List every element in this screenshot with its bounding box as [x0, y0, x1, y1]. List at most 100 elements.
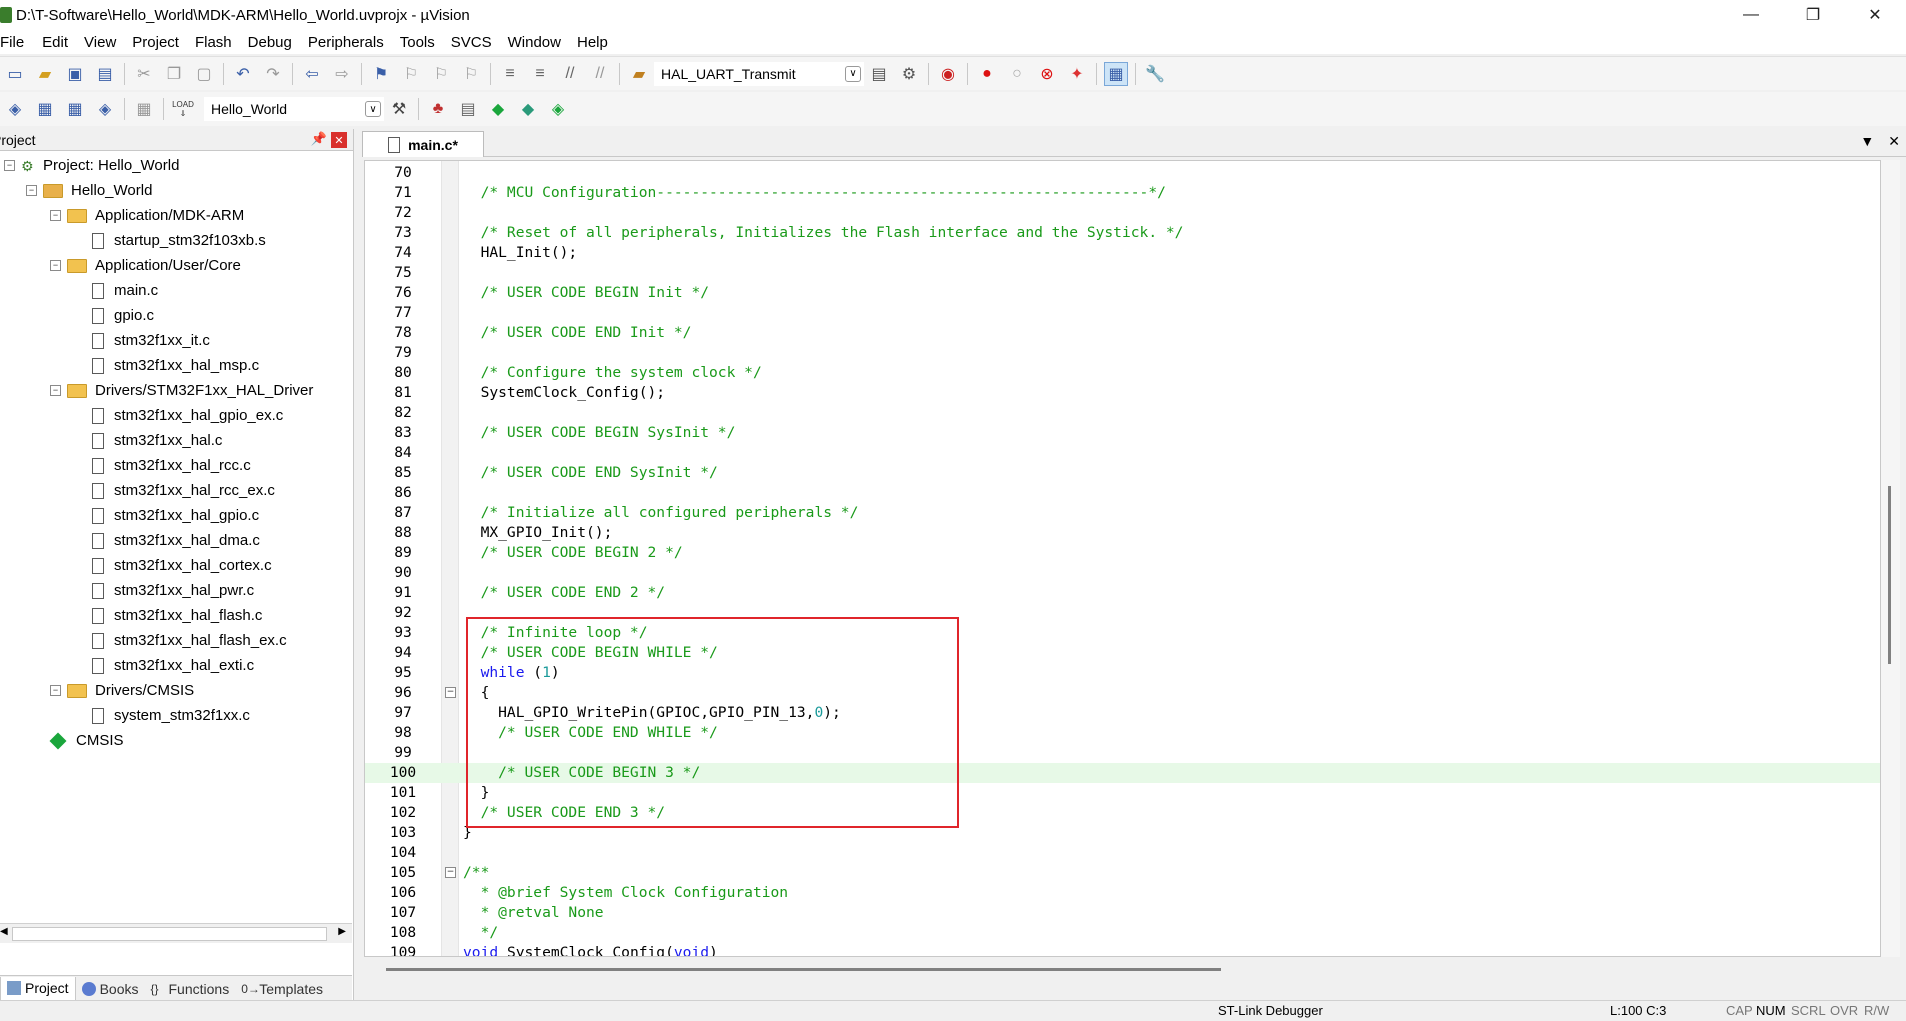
find-in-files-icon[interactable]: ▰: [627, 62, 651, 86]
rebuild-icon[interactable]: ▦: [63, 97, 87, 121]
code-line[interactable]: 81 SystemClock_Config();: [365, 383, 1880, 403]
editor-hscrollbar[interactable]: [364, 966, 1881, 976]
tab-list-dropdown-icon[interactable]: ▼: [1860, 133, 1874, 150]
code-line[interactable]: 87 /* Initialize all configured peripher…: [365, 503, 1880, 523]
code-line[interactable]: 94 /* USER CODE BEGIN WHILE */: [365, 643, 1880, 663]
code-line[interactable]: 90: [365, 563, 1880, 583]
code-line[interactable]: 95 while (1): [365, 663, 1880, 683]
menu-debug[interactable]: Debug: [248, 34, 308, 51]
debug-start-icon[interactable]: ◉: [936, 62, 960, 86]
pin-icon[interactable]: 📌: [311, 131, 327, 147]
bookmark-clear-icon[interactable]: ⚐: [459, 62, 483, 86]
collapse-toggle-icon[interactable]: −: [26, 185, 37, 196]
open-folder-icon[interactable]: ▰: [33, 62, 57, 86]
tree-node[interactable]: stm32f1xx_hal_rcc_ex.c: [0, 478, 353, 503]
fold-toggle-icon[interactable]: −: [445, 687, 456, 698]
tree-node[interactable]: stm32f1xx_hal_flash.c: [0, 603, 353, 628]
code-line[interactable]: 93 /* Infinite loop */: [365, 623, 1880, 643]
copy-icon[interactable]: ❐: [162, 62, 186, 86]
tree-node[interactable]: stm32f1xx_hal.c: [0, 428, 353, 453]
tree-node[interactable]: stm32f1xx_hal_exti.c: [0, 653, 353, 678]
code-line[interactable]: 106 * @brief System Clock Configuration: [365, 883, 1880, 903]
code-line[interactable]: 107 * @retval None: [365, 903, 1880, 923]
code-line[interactable]: 73 /* Reset of all peripherals, Initiali…: [365, 223, 1880, 243]
indent-icon[interactable]: ≡: [498, 62, 522, 86]
code-line[interactable]: 78 /* USER CODE END Init */: [365, 323, 1880, 343]
chevron-down-icon[interactable]: ∨: [365, 101, 381, 117]
editor-hscroll-thumb[interactable]: [386, 968, 1221, 971]
code-line[interactable]: 75: [365, 263, 1880, 283]
tree-node[interactable]: startup_stm32f103xb.s: [0, 228, 353, 253]
tree-node[interactable]: CMSIS: [0, 728, 353, 753]
menu-project[interactable]: Project: [132, 34, 195, 51]
editor-vscroll-thumb[interactable]: [1888, 486, 1891, 664]
bookmark-prev-icon[interactable]: ⚐: [399, 62, 423, 86]
tree-node[interactable]: − Drivers/STM32F1xx_HAL_Driver: [0, 378, 353, 403]
code-line[interactable]: 89 /* USER CODE BEGIN 2 */: [365, 543, 1880, 563]
code-line[interactable]: 100 /* USER CODE BEGIN 3 */: [365, 763, 1880, 783]
new-file-icon[interactable]: ▭: [3, 62, 27, 86]
scroll-left-icon[interactable]: ◀: [0, 926, 8, 937]
file-extensions-icon[interactable]: ▤: [456, 97, 480, 121]
code-line[interactable]: 71 /* MCU Configuration-----------------…: [365, 183, 1880, 203]
minimize-button[interactable]: —: [1720, 0, 1782, 30]
project-hscrollbar[interactable]: ◀ ▶: [0, 923, 352, 943]
fold-toggle-icon[interactable]: −: [445, 867, 456, 878]
collapse-toggle-icon[interactable]: −: [50, 385, 61, 396]
collapse-toggle-icon[interactable]: −: [50, 685, 61, 696]
batch-build-icon[interactable]: ◈: [93, 97, 117, 121]
code-line[interactable]: 74 HAL_Init();: [365, 243, 1880, 263]
nav-forward-icon[interactable]: ⇨: [330, 62, 354, 86]
window-layout-icon[interactable]: ▦: [1104, 61, 1128, 86]
save-icon[interactable]: ▣: [63, 62, 87, 86]
collapse-toggle-icon[interactable]: −: [50, 210, 61, 221]
tree-node[interactable]: main.c: [0, 278, 353, 303]
tab-templates[interactable]: 0→ Templates: [235, 977, 329, 1001]
tree-node[interactable]: stm32f1xx_it.c: [0, 328, 353, 353]
tree-node[interactable]: stm32f1xx_hal_gpio.c: [0, 503, 353, 528]
menu-edit[interactable]: Edit: [42, 34, 84, 51]
tree-node[interactable]: − Hello_World: [0, 178, 353, 203]
find-icon[interactable]: ▤: [867, 62, 891, 86]
pack-installer-icon[interactable]: ◆: [486, 97, 510, 121]
code-line[interactable]: 97 HAL_GPIO_WritePin(GPIOC,GPIO_PIN_13,0…: [365, 703, 1880, 723]
redo-icon[interactable]: ↷: [261, 62, 285, 86]
close-button[interactable]: ✕: [1844, 0, 1906, 30]
tree-node[interactable]: − Application/MDK-ARM: [0, 203, 353, 228]
tree-node[interactable]: − Application/User/Core: [0, 253, 353, 278]
tree-node[interactable]: stm32f1xx_hal_msp.c: [0, 353, 353, 378]
bookmark-next-icon[interactable]: ⚐: [429, 62, 453, 86]
tree-node[interactable]: system_stm32f1xx.c: [0, 703, 353, 728]
code-line[interactable]: 70: [365, 163, 1880, 183]
breakpoint-kill-all-icon[interactable]: ✦: [1065, 62, 1089, 86]
build-icon[interactable]: ▦: [33, 97, 57, 121]
code-line[interactable]: 72: [365, 203, 1880, 223]
close-editor-icon[interactable]: ✕: [1888, 133, 1900, 150]
menu-tools[interactable]: Tools: [400, 34, 451, 51]
save-all-icon[interactable]: ▤: [93, 62, 117, 86]
close-icon[interactable]: ✕: [331, 132, 347, 148]
manage-run-time-environment-icon[interactable]: ◈: [546, 97, 570, 121]
code-line[interactable]: 80 /* Configure the system clock */: [365, 363, 1880, 383]
chevron-down-icon[interactable]: ∨: [845, 65, 861, 82]
manage-project-items-icon[interactable]: ♣: [426, 97, 450, 121]
translate-icon[interactable]: ◈: [3, 97, 27, 121]
code-line[interactable]: 98 /* USER CODE END WHILE */: [365, 723, 1880, 743]
tree-node[interactable]: stm32f1xx_hal_flash_ex.c: [0, 628, 353, 653]
menu-peripherals[interactable]: Peripherals: [308, 34, 400, 51]
bookmark-toggle-icon[interactable]: ⚑: [369, 62, 393, 86]
code-line[interactable]: 99: [365, 743, 1880, 763]
collapse-toggle-icon[interactable]: −: [50, 260, 61, 271]
menu-flash[interactable]: Flash: [195, 34, 248, 51]
tree-node[interactable]: stm32f1xx_hal_rcc.c: [0, 453, 353, 478]
stop-build-icon[interactable]: ▦: [132, 97, 156, 121]
collapse-toggle-icon[interactable]: −: [4, 160, 15, 171]
target-options-icon[interactable]: ⚒: [387, 97, 411, 121]
tree-node[interactable]: stm32f1xx_hal_dma.c: [0, 528, 353, 553]
menu-view[interactable]: View: [84, 34, 132, 51]
code-line[interactable]: 88 MX_GPIO_Init();: [365, 523, 1880, 543]
code-line[interactable]: 85 /* USER CODE END SysInit */: [365, 463, 1880, 483]
cut-icon[interactable]: ✂: [132, 62, 156, 86]
tab-books[interactable]: Books: [76, 977, 145, 1001]
undo-icon[interactable]: ↶: [231, 62, 255, 86]
